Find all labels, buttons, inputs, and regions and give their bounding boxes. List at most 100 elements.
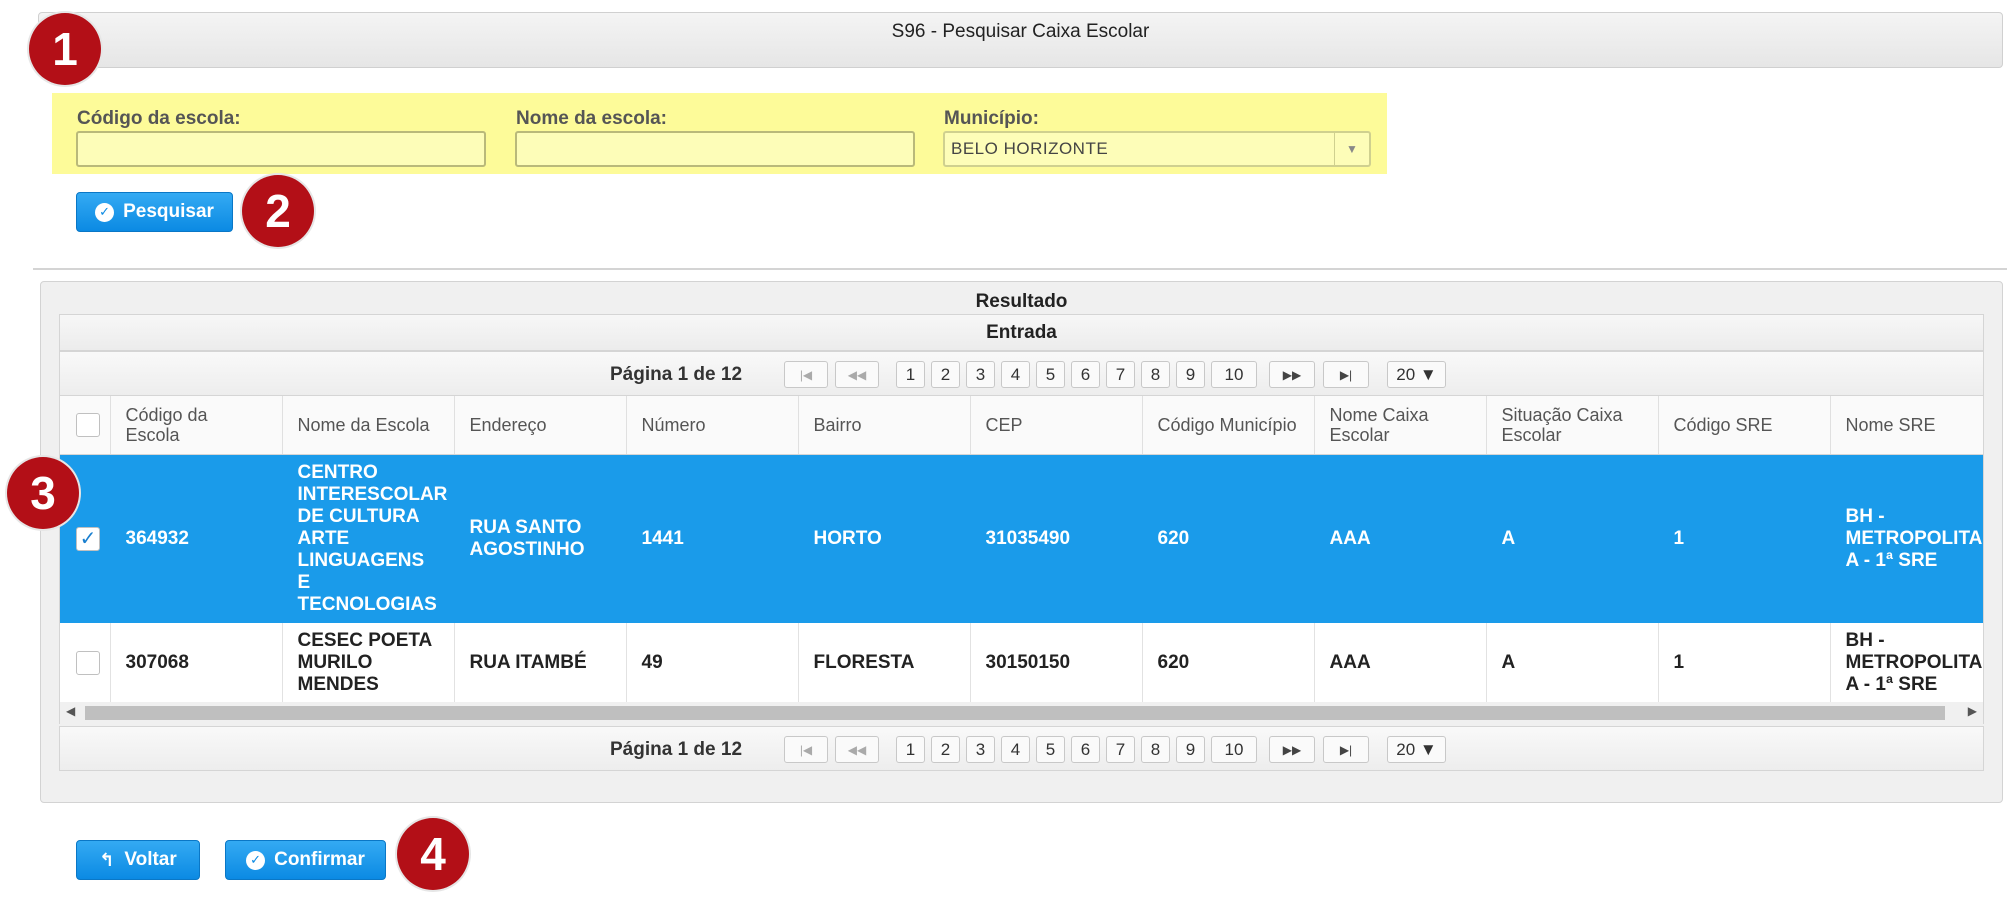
chevron-down-icon[interactable]: ▼ (1334, 133, 1369, 165)
undo-icon: ↰ (99, 849, 115, 870)
page-button[interactable]: 2 (931, 736, 960, 763)
page-title: S96 - Pesquisar Caixa Escolar (891, 21, 1150, 42)
table-cell: RUA ITAMBÉ (454, 623, 627, 702)
nome-escola-input[interactable] (515, 131, 915, 167)
col-header[interactable]: Nome Caixa Escolar (1314, 396, 1487, 455)
table-cell: 1 (1658, 623, 1831, 702)
results-table: Código da Escola Nome da Escola Endereço… (59, 396, 1984, 702)
page-size-select[interactable]: 20 ▼ (1387, 736, 1446, 763)
last-page-icon[interactable]: ▶| (1323, 736, 1369, 763)
check-icon[interactable]: ✓ (76, 527, 100, 551)
table-cell: HORTO (798, 454, 971, 623)
table-cell: 49 (626, 623, 799, 702)
table-cell: AAA (1314, 454, 1487, 623)
scroll-right-icon[interactable]: ▶ (1968, 704, 1977, 718)
page-button[interactable]: 1 (896, 736, 925, 763)
table-cell: 30150150 (970, 623, 1143, 702)
table-cell: 620 (1142, 623, 1315, 702)
table-row[interactable]: 307068 CESEC POETA MURILO MENDES RUA ITA… (60, 623, 1983, 702)
col-header[interactable]: Código da Escola (110, 396, 283, 455)
table-cell: A (1486, 454, 1659, 623)
page-button[interactable]: 6 (1071, 361, 1100, 388)
scroll-left-icon[interactable]: ◀ (66, 704, 75, 718)
page-button[interactable]: 7 (1106, 736, 1135, 763)
pager-top: Página 1 de 12 |◀ ◀◀ 1 2 3 4 5 6 7 8 9 1… (59, 351, 1984, 396)
pesquisar-button[interactable]: ✓ Pesquisar (76, 192, 233, 232)
municipio-select[interactable]: BELO HORIZONTE ▼ (943, 131, 1371, 167)
codigo-escola-input[interactable] (76, 131, 486, 167)
divider (33, 268, 2007, 270)
col-header[interactable]: Bairro (798, 396, 971, 455)
confirmar-button[interactable]: ✓ Confirmar (225, 840, 386, 880)
nome-escola-label: Nome da escola: (516, 108, 667, 129)
table-cell: 620 (1142, 454, 1315, 623)
page-button[interactable]: 1 (896, 361, 925, 388)
table-row[interactable]: ✓ 364932 CENTRO INTERESCOLAR DE CULTURA … (60, 454, 1983, 623)
check-circle-icon: ✓ (246, 850, 266, 870)
table-cell: 1441 (626, 454, 799, 623)
col-header[interactable]: Nome da Escola (282, 396, 455, 455)
page-button[interactable]: 10 (1211, 736, 1257, 763)
table-cell: CENTRO INTERESCOLAR DE CULTURA ARTE LING… (282, 454, 455, 623)
page-button[interactable]: 3 (966, 361, 995, 388)
page-size-select[interactable]: 20 ▼ (1387, 361, 1446, 388)
codigo-escola-label: Código da escola: (77, 108, 241, 129)
page-button[interactable]: 5 (1036, 361, 1065, 388)
prev-page-icon[interactable]: ◀◀ (835, 736, 879, 763)
voltar-button[interactable]: ↰ Voltar (76, 840, 200, 880)
voltar-label: Voltar (124, 849, 177, 870)
col-header[interactable]: Endereço (454, 396, 627, 455)
col-header[interactable]: Código Município (1142, 396, 1315, 455)
first-page-icon[interactable]: |◀ (784, 736, 828, 763)
table-cell: 364932 (110, 454, 283, 623)
next-page-icon[interactable]: ▶▶ (1269, 736, 1315, 763)
row-checkbox[interactable] (76, 650, 100, 675)
select-all-cell (60, 396, 111, 455)
municipio-label: Município: (944, 108, 1039, 129)
page-button[interactable]: 7 (1106, 361, 1135, 388)
last-page-icon[interactable]: ▶| (1323, 361, 1369, 388)
table-cell: BH - METROPOLITA A - 1ª SRE (1830, 623, 1983, 702)
scrollbar-thumb[interactable] (85, 706, 1945, 720)
select-all-checkbox[interactable] (76, 413, 100, 437)
table-cell: 31035490 (970, 454, 1143, 623)
horizontal-scrollbar[interactable]: ◀ ▶ (59, 702, 1984, 724)
row-select-cell (60, 623, 111, 702)
page-button[interactable]: 2 (931, 361, 960, 388)
col-header[interactable]: Nome SRE (1830, 396, 1983, 455)
page-info: Página 1 de 12 (610, 739, 743, 760)
page-button[interactable]: 4 (1001, 361, 1030, 388)
page-info: Página 1 de 12 (610, 364, 743, 385)
col-header[interactable]: Situação Caixa Escolar (1486, 396, 1659, 455)
table-cell: AAA (1314, 623, 1487, 702)
step-marker-2: 2 (242, 175, 314, 247)
page-button[interactable]: 9 (1176, 736, 1205, 763)
confirmar-label: Confirmar (274, 849, 365, 870)
first-page-icon[interactable]: |◀ (784, 361, 828, 388)
result-title: Resultado (975, 291, 1068, 312)
next-page-icon[interactable]: ▶▶ (1269, 361, 1315, 388)
page-button[interactable]: 8 (1141, 736, 1170, 763)
page-button[interactable]: 6 (1071, 736, 1100, 763)
page-button[interactable]: 9 (1176, 361, 1205, 388)
step-marker-4: 4 (397, 818, 469, 890)
page-button[interactable]: 10 (1211, 361, 1257, 388)
col-header[interactable]: CEP (970, 396, 1143, 455)
table-cell: BH - METROPOLITA A - 1ª SRE (1830, 454, 1983, 623)
col-header[interactable]: Código SRE (1658, 396, 1831, 455)
page-button[interactable]: 4 (1001, 736, 1030, 763)
page-button[interactable]: 3 (966, 736, 995, 763)
municipio-value: BELO HORIZONTE (951, 139, 1109, 158)
page-button[interactable]: 8 (1141, 361, 1170, 388)
col-header[interactable]: Número (626, 396, 799, 455)
pesquisar-label: Pesquisar (123, 201, 214, 222)
prev-page-icon[interactable]: ◀◀ (835, 361, 879, 388)
entrada-header: Entrada (59, 314, 1984, 351)
check-circle-icon: ✓ (95, 202, 115, 222)
table-cell: CESEC POETA MURILO MENDES (282, 623, 455, 702)
step-marker-3: 3 (7, 457, 79, 529)
table-cell: FLORESTA (798, 623, 971, 702)
page-button[interactable]: 5 (1036, 736, 1065, 763)
table-cell: 1 (1658, 454, 1831, 623)
pager-bottom: Página 1 de 12 |◀ ◀◀ 1 2 3 4 5 6 7 8 9 1… (59, 726, 1984, 771)
